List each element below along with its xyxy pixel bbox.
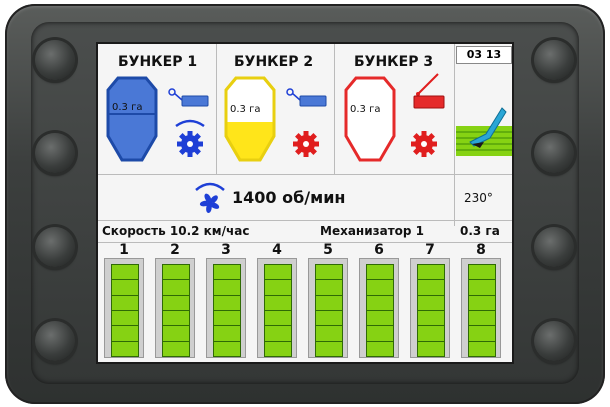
fan-icon	[195, 182, 225, 214]
angle-readout: 230°	[464, 191, 493, 205]
row-sensor-6[interactable]	[359, 258, 399, 358]
gate-open-icon	[286, 88, 327, 107]
hopper-3-title: БУНКЕР 3	[354, 54, 434, 70]
row-number-7: 7	[425, 242, 435, 258]
seed-drive-gear-stopped-icon	[411, 131, 437, 157]
area-label: 0.3 га	[460, 224, 500, 238]
row-number-5: 5	[323, 242, 333, 258]
display-screen: 03 13 БУНКЕР 1 БУНКЕР 2 БУНКЕР 3 0.3 га	[96, 42, 514, 364]
left-button-4[interactable]	[35, 321, 75, 361]
hopper-2-value: 0.3 га	[230, 104, 261, 115]
seed-drive-gear-stopped-icon	[293, 131, 319, 157]
row-bar	[417, 264, 445, 357]
hopper-3-value: 0.3 га	[350, 104, 381, 115]
divider	[454, 44, 455, 226]
row-bar	[468, 264, 496, 357]
hopper-3-tank	[344, 76, 396, 162]
divider	[98, 220, 512, 221]
row-bar	[111, 264, 139, 357]
right-button-3[interactable]	[534, 227, 574, 267]
left-button-3[interactable]	[35, 227, 75, 267]
speed-label: Скорость 10.2 км/час	[102, 224, 250, 238]
divider	[98, 174, 512, 175]
hopper-2-title: БУНКЕР 2	[234, 54, 314, 70]
divider	[216, 44, 217, 174]
time-display: 03 13	[456, 46, 512, 64]
seed-drive-gear-icon	[175, 119, 205, 157]
row-bar	[213, 264, 241, 357]
row-sensor-1[interactable]	[104, 258, 144, 358]
fan-speed-readout: 1400 об/мин	[232, 188, 346, 207]
row-bar	[315, 264, 343, 357]
row-sensor-4[interactable]	[257, 258, 297, 358]
row-sensor-5[interactable]	[308, 258, 348, 358]
row-number-8: 8	[476, 242, 486, 258]
row-sensor-2[interactable]	[155, 258, 195, 358]
left-button-2[interactable]	[35, 133, 75, 173]
right-button-1[interactable]	[534, 40, 574, 80]
right-button-4[interactable]	[534, 321, 574, 361]
gate-open-icon	[168, 88, 209, 107]
row-number-1: 1	[119, 242, 129, 258]
row-sensor-7[interactable]	[410, 258, 450, 358]
coulter-depth-icon	[456, 107, 512, 156]
hopper-1-value: 0.3 га	[112, 102, 143, 113]
hopper-1-tank	[106, 76, 158, 162]
row-number-2: 2	[170, 242, 180, 258]
hopper-2-tank	[224, 76, 276, 162]
row-bar	[162, 264, 190, 357]
gate-closed-icon	[413, 73, 445, 109]
operator-label: Механизатор 1	[320, 224, 425, 238]
row-bar	[264, 264, 292, 357]
row-sensor-3[interactable]	[206, 258, 246, 358]
row-number-6: 6	[374, 242, 384, 258]
row-number-3: 3	[221, 242, 231, 258]
row-bar	[366, 264, 394, 357]
row-sensor-8[interactable]	[461, 258, 501, 358]
divider	[334, 44, 335, 174]
right-button-2[interactable]	[534, 133, 574, 173]
left-button-1[interactable]	[35, 40, 75, 80]
row-number-4: 4	[272, 242, 282, 258]
hopper-1-title: БУНКЕР 1	[118, 54, 198, 70]
